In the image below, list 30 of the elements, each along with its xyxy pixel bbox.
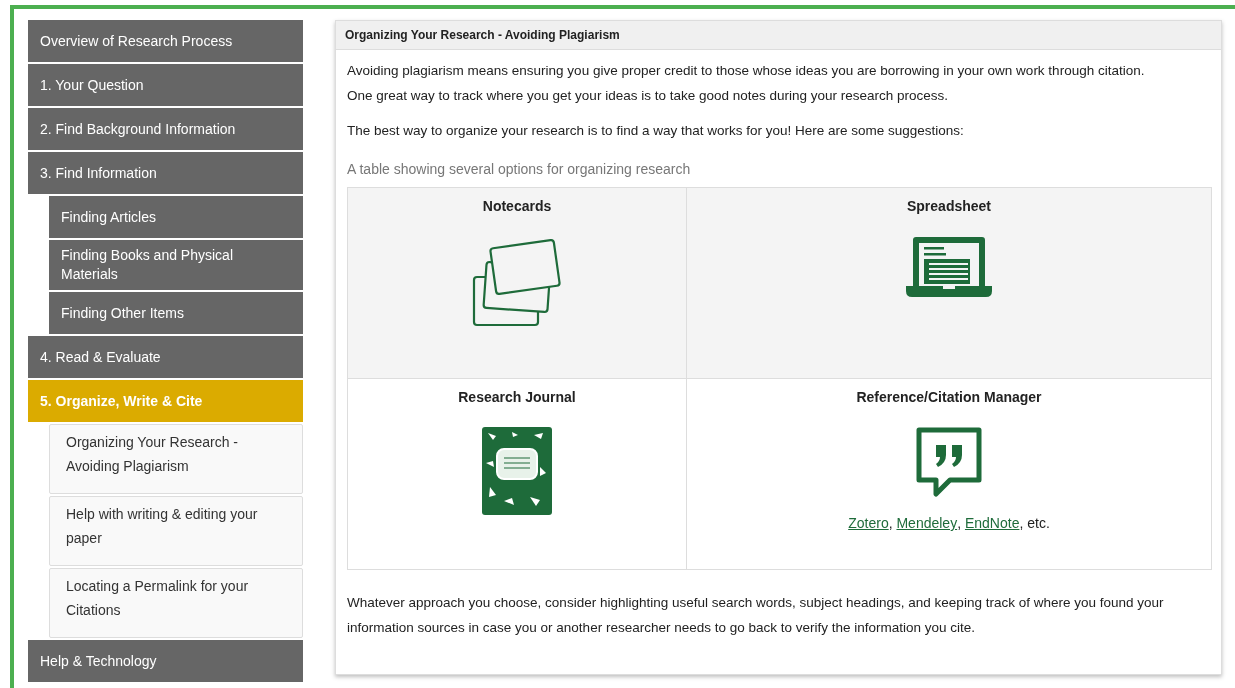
cell-heading: Spreadsheet [905, 198, 992, 214]
sidebar-item[interactable]: 3. Find Information [28, 152, 303, 194]
notebook-icon [482, 427, 552, 515]
sidebar-item[interactable]: 2. Find Background Information [28, 108, 303, 150]
separator-text: , etc. [1019, 515, 1050, 531]
cell-heading: Reference/Citation Manager [855, 389, 1043, 405]
tool-link[interactable]: Zotero [848, 515, 889, 531]
table-caption: A table showing several options for organizing research [347, 161, 692, 177]
sidebar-item[interactable]: Locating a Permalink for your Citations [49, 568, 303, 638]
separator-text: , [957, 515, 963, 531]
sidebar-item[interactable]: 4. Read & Evaluate [28, 336, 303, 378]
sidebar-item[interactable]: Finding Books and Physical Materials [49, 240, 303, 290]
sidebar-item[interactable]: Finding Other Items [49, 292, 303, 334]
paragraph: Avoiding plagiarism means ensuring you give proper credit to those whose ideas you are borrowing in your own work through citation. One great way to track where you get your ideas is to take good notes during your research process. [347, 62, 1146, 105]
paragraph: Whatever approach you choose, consider highlighting useful search words, subject headings, and keeping track of where you found your information sources in case you or another researcher needs to go back to verify the information you cite. [347, 594, 1165, 637]
tool-link[interactable]: Mendeley [896, 515, 958, 531]
sidebar-item[interactable]: Organizing Your Research - Avoiding Plagiarism [49, 424, 303, 494]
sidebar-item[interactable]: 1. Your Question [28, 64, 303, 106]
panel-title: Organizing Your Research - Avoiding Plagiarism [336, 21, 1221, 50]
sidebar-item[interactable]: Help & Technology [28, 640, 303, 682]
cell-heading: Research Journal [457, 389, 577, 405]
separator-text: , [888, 515, 894, 531]
quote-bubble-icon [916, 427, 982, 497]
laptop-icon [906, 236, 992, 298]
paragraph: The best way to organize your research is to find a way that works for you! Here are some suggestions: [347, 122, 965, 140]
sidebar-item[interactable]: Overview of Research Process [28, 20, 303, 62]
sidebar-item[interactable]: Finding Articles [49, 196, 303, 238]
cell-heading: Notecards [481, 198, 553, 214]
notecards-icon [471, 236, 563, 328]
sidebar-item[interactable]: Help with writing & editing your paper [49, 496, 303, 566]
